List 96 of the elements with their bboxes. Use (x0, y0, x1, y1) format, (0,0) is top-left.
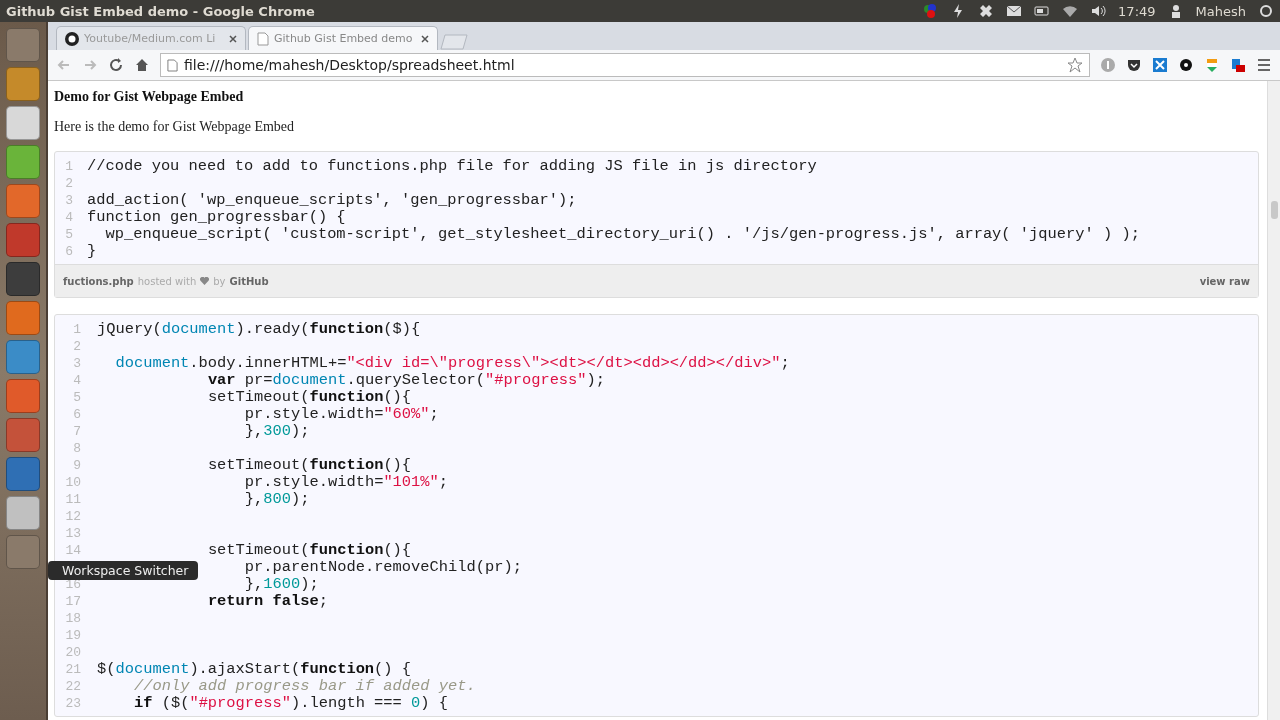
line-number: 5 (64, 226, 74, 243)
wifi-icon[interactable] (1062, 3, 1079, 19)
app-icon[interactable] (6, 535, 40, 569)
extension-icon[interactable] (1152, 57, 1168, 73)
new-tab-icon[interactable] (440, 34, 468, 50)
browser-tab[interactable]: Github Gist Embed demo (248, 26, 438, 50)
line-number: 23 (64, 695, 82, 712)
star-icon[interactable] (1067, 57, 1083, 73)
github-link[interactable]: GitHub (229, 275, 269, 287)
app-icon[interactable] (6, 379, 40, 413)
code-line: $(document).ajaxStart(function() { (97, 661, 412, 678)
app-icon[interactable] (6, 184, 40, 218)
app-icon[interactable] (6, 262, 40, 296)
reload-icon[interactable] (108, 57, 124, 73)
line-number: 10 (64, 474, 82, 491)
line-number: 21 (64, 661, 82, 678)
tooltip: Workspace Switcher (48, 561, 199, 580)
intro-text: Here is the demo for Gist Webpage Embed (54, 119, 296, 135)
code-line: var pr=document.querySelector("#progress"); (207, 372, 606, 389)
window-title: Github Gist Embed demo - Google Chrome (6, 3, 316, 19)
indicator-icon[interactable] (922, 3, 939, 19)
pocket-icon[interactable] (1126, 57, 1142, 73)
code-line: pr.parentNode.removeChild(pr); (244, 559, 522, 576)
code-line: //only add progress bar if added yet. (133, 678, 476, 695)
app-icon[interactable] (6, 457, 40, 491)
line-number: 12 (64, 508, 82, 525)
code-line: jQuery(document).ready(function($){ (97, 321, 421, 338)
code-line: setTimeout(function(){ (207, 542, 412, 559)
line-number: 17 (64, 593, 82, 610)
line-number: 18 (64, 610, 82, 627)
line-number: 19 (64, 627, 82, 644)
line-number: 8 (72, 440, 82, 457)
code-line: setTimeout(function(){ (207, 457, 412, 474)
line-number: 1 (72, 321, 82, 338)
flag-icon[interactable] (1204, 57, 1220, 73)
line-number: 3 (64, 192, 74, 209)
battery-icon[interactable] (1034, 3, 1051, 19)
code-line: //code you need to add to functions.php file for adding JS file in js directory (87, 158, 817, 175)
close-icon[interactable] (421, 34, 429, 43)
line-number: 4 (64, 209, 74, 226)
code-line: if ($("#progress").length === 0) { (133, 695, 449, 712)
mail-icon[interactable] (1006, 3, 1023, 19)
app-icon[interactable] (6, 28, 40, 62)
line-number: 9 (72, 457, 82, 474)
line-number: 6 (64, 243, 74, 260)
code-line: pr.style.width="60%"; (244, 406, 439, 423)
app-icon[interactable] (6, 67, 40, 101)
line-number: 1 (64, 158, 74, 175)
address-field[interactable]: file:///home/mahesh/Desktop/spreadsheet.html (160, 53, 1090, 77)
code-line: document.body.innerHTML+="<div id=\"progress\"><dt></dt><dd></dd></div>"; (115, 355, 790, 372)
code-line: },300); (244, 423, 310, 440)
volume-icon[interactable] (1090, 3, 1107, 19)
page-icon (167, 58, 178, 72)
heart-icon (200, 277, 210, 285)
app-icon[interactable] (6, 223, 40, 257)
by-text: by (213, 275, 226, 287)
code-line: add_action( 'wp_enqueue_scripts', 'gen_progressbar'); (87, 192, 577, 209)
line-number: 13 (64, 525, 82, 542)
app-icon[interactable] (6, 340, 40, 374)
line-number: 6 (72, 406, 82, 423)
app-icon[interactable] (6, 145, 40, 179)
user-name[interactable]: Mahesh (1195, 3, 1246, 19)
close-icon[interactable] (229, 34, 237, 43)
line-number: 4 (72, 372, 82, 389)
line-number: 2 (72, 338, 82, 355)
line-number: 2 (64, 175, 74, 192)
line-number: 3 (72, 355, 82, 372)
line-number: 5 (72, 389, 82, 406)
code-line: },800); (244, 491, 310, 508)
extension-icon[interactable] (1100, 57, 1116, 73)
view-raw-link[interactable]: view raw (1199, 275, 1250, 287)
app-icon[interactable] (6, 301, 40, 335)
code-line: wp_enqueue_script( 'custom-script', get_stylesheet_directory_uri() . '/js/gen-progress.js', array( 'jquery' ) ); (105, 226, 1140, 243)
code-line: setTimeout(function(){ (207, 389, 412, 406)
line-number: 7 (72, 423, 82, 440)
line-number: 20 (64, 644, 82, 661)
home-icon[interactable] (134, 57, 150, 73)
clock-text[interactable]: 17:49 (1118, 3, 1156, 19)
page-heading: Demo for Gist Webpage Embed (54, 89, 245, 105)
code-line: function gen_progressbar() { (87, 209, 346, 226)
line-number: 14 (64, 542, 82, 559)
app-icon[interactable] (6, 496, 40, 530)
line-number: 22 (64, 678, 82, 695)
line-number: 11 (64, 491, 82, 508)
app-icon[interactable] (6, 418, 40, 452)
file-link[interactable]: fuctions.php (63, 275, 134, 287)
code-line: },1600); (244, 576, 319, 593)
extension-icon[interactable] (1230, 57, 1246, 73)
code-line: return false; (207, 593, 328, 610)
code-line: } (87, 243, 97, 260)
code-line: pr.style.width="101%"; (244, 474, 449, 491)
app-icon[interactable] (6, 106, 40, 140)
hosted-text: hosted with (137, 275, 197, 287)
menu-icon[interactable] (1256, 57, 1272, 73)
page-icon (257, 31, 269, 46)
scrollbar[interactable] (1267, 81, 1280, 720)
